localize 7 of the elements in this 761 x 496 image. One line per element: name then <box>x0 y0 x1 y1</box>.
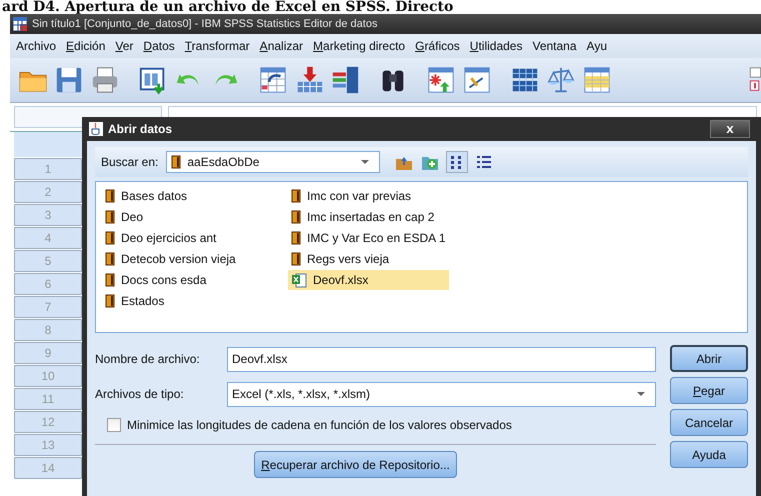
checkbox-label: Minimice las longitudes de cadena en función de los valores observados <box>127 418 512 432</box>
window-title: Sin título1 [Conjunto_de_datos0] - IBM SPSS Statistics Editor de datos <box>32 18 378 30</box>
file-name-label: Nombre de archivo: <box>95 352 201 366</box>
file-type-label: Archivos de tipo: <box>95 387 185 401</box>
look-in-label: Buscar en: <box>101 155 158 169</box>
dialog-title: Abrir datos <box>108 122 172 136</box>
page-heading: ard D4. Apertura de un archivo de Excel en SPSS. Directo <box>1 0 454 14</box>
